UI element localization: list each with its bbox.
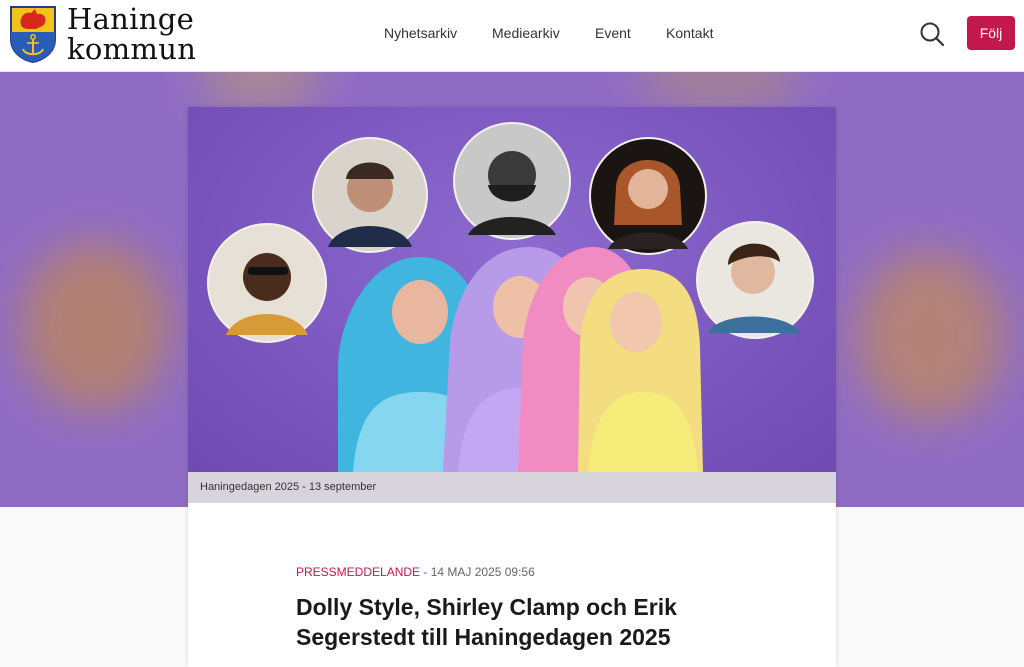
logo-text: Haninge kommun (67, 4, 207, 64)
image-caption-bar: Haningedagen 2025 - 13 september (188, 472, 836, 503)
article-title: Dolly Style, Shirley Clamp och Erik Sege… (296, 594, 677, 650)
logo-line-1: Haninge (67, 2, 195, 36)
group-figures (338, 247, 703, 472)
nav-item-mediearkiv[interactable]: Mediearkiv (492, 24, 560, 42)
nav-item-event[interactable]: Event (595, 24, 631, 42)
follow-button[interactable]: Följ (967, 16, 1015, 50)
site-header: Haninge kommun Nyhetsarkiv Mediearkiv Ev… (0, 0, 1024, 72)
portrait-1 (207, 223, 327, 343)
image-caption: Haningedagen 2025 - 13 september (200, 481, 377, 493)
nav-item-nyhetsarkiv[interactable]: Nyhetsarkiv (384, 24, 457, 42)
search-icon[interactable] (919, 21, 945, 47)
coat-of-arms-icon (10, 6, 56, 63)
article-meta: PRESSMEDDELANDE - 14 MAJ 2025 09:56 (296, 565, 535, 579)
meta-separator: - (420, 565, 431, 579)
article-card: Haningedagen 2025 - 13 september PRESSME… (188, 107, 836, 667)
article-type[interactable]: PRESSMEDDELANDE (296, 565, 420, 579)
logo-line-2: kommun (67, 32, 197, 66)
hero-image[interactable] (188, 107, 836, 472)
portrait-2 (312, 137, 428, 253)
hero-illustration (207, 122, 814, 472)
nav-item-kontakt[interactable]: Kontakt (666, 24, 713, 42)
logo[interactable]: Haninge kommun (8, 4, 198, 64)
article-date: 14 MAJ 2025 09:56 (430, 565, 535, 579)
portrait-5 (696, 221, 814, 339)
portrait-3 (453, 122, 571, 240)
portrait-4 (589, 137, 707, 255)
